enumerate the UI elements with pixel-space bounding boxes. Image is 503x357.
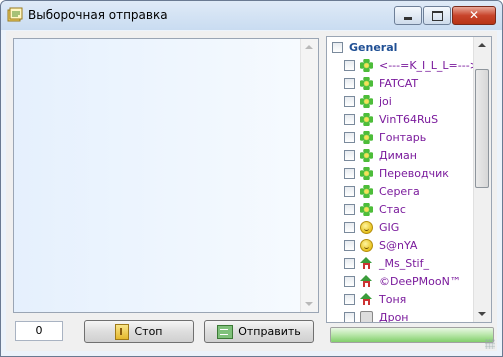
contact-row[interactable]: ©DeePMooN™ <box>327 273 461 290</box>
contact-checkbox[interactable] <box>344 150 355 161</box>
contact-name: Серега <box>379 185 420 198</box>
minimize-button[interactable] <box>394 6 422 25</box>
send-icon <box>217 324 234 339</box>
contact-name: ©DeePMooN™ <box>379 275 461 288</box>
close-icon: ✕ <box>468 8 480 22</box>
contact-row[interactable]: Серега <box>327 183 420 200</box>
contact-name: S@nYA <box>379 239 418 252</box>
contact-checkbox[interactable] <box>344 60 355 71</box>
maximize-button[interactable] <box>423 6 451 25</box>
contact-name: _Ms_Stif_ <box>379 257 429 270</box>
contact-row[interactable]: joi <box>327 93 392 110</box>
flower-icon <box>360 203 373 216</box>
flower-icon <box>360 167 373 180</box>
app-icon <box>7 7 23 22</box>
contact-list-panel: General <---=K_I_L_L=---> FATCAT joi VinT64… <box>326 36 492 323</box>
contact-checkbox[interactable] <box>344 132 355 143</box>
contact-checkbox[interactable] <box>344 114 355 125</box>
send-button[interactable]: Отправить <box>204 320 314 343</box>
contact-checkbox[interactable] <box>344 276 355 287</box>
contact-row[interactable]: Диман <box>327 147 417 164</box>
contact-checkbox[interactable] <box>344 294 355 305</box>
progress-fill <box>331 328 493 342</box>
scroll-down-arrow-icon[interactable] <box>478 312 486 316</box>
scroll-up-arrow-icon[interactable] <box>478 43 486 47</box>
contact-row[interactable]: Дрон <box>327 309 409 322</box>
message-scrollbar[interactable] <box>300 39 318 312</box>
contact-row[interactable]: _Ms_Stif_ <box>327 255 429 272</box>
contact-row[interactable]: Стас <box>327 201 406 218</box>
group-checkbox[interactable] <box>332 41 343 53</box>
contact-list: General <---=K_I_L_L=---> FATCAT joi VinT64… <box>327 37 474 322</box>
contact-row[interactable]: S@nYA <box>327 237 417 254</box>
contact-checkbox[interactable] <box>344 78 355 89</box>
caption-buttons: ✕ <box>393 6 496 25</box>
send-progress-bar <box>330 327 494 343</box>
scrollbar-thumb[interactable] <box>475 69 489 188</box>
contact-name: Дрон <box>379 311 409 322</box>
resize-grip[interactable] <box>485 339 495 349</box>
contact-name: Переводчик <box>379 167 449 180</box>
flower-icon <box>360 77 373 90</box>
contact-checkbox[interactable] <box>344 168 355 179</box>
contact-checkbox[interactable] <box>344 204 355 215</box>
flower-icon <box>360 185 373 198</box>
flower-icon <box>360 149 373 162</box>
send-selective-window: Выборочная отправка ✕ 0 Стоп Отправить G… <box>0 0 503 357</box>
house-icon <box>360 275 373 288</box>
maximize-icon <box>432 11 443 21</box>
contact-checkbox[interactable] <box>344 186 355 197</box>
flower-icon <box>360 59 373 72</box>
contact-checkbox[interactable] <box>344 96 355 107</box>
character-counter: 0 <box>15 321 63 341</box>
contact-checkbox[interactable] <box>344 240 355 251</box>
contact-row[interactable]: Переводчик <box>327 165 449 182</box>
flower-icon <box>360 113 373 126</box>
contact-row[interactable]: GIG <box>327 219 399 236</box>
scroll-up-arrow-icon[interactable] <box>305 45 313 49</box>
message-text <box>14 39 318 45</box>
contact-name: GIG <box>379 221 400 234</box>
smiley-icon <box>360 239 373 252</box>
house-icon <box>360 293 373 306</box>
contact-checkbox[interactable] <box>344 312 355 322</box>
flower-icon <box>360 95 373 108</box>
contact-name: Гонтарь <box>379 131 427 144</box>
contact-name: Тоня <box>379 293 407 306</box>
wait-icon <box>360 311 373 322</box>
contact-name: joi <box>379 95 392 108</box>
group-row-general[interactable]: General <box>327 39 397 55</box>
contact-row[interactable]: FATCAT <box>327 75 418 92</box>
contact-list-scrollbar[interactable] <box>473 37 491 322</box>
stop-button-label: Стоп <box>134 325 163 338</box>
smiley-icon <box>360 221 373 234</box>
group-label: General <box>349 40 398 54</box>
message-textarea[interactable] <box>13 38 319 313</box>
contact-name: Диман <box>379 149 417 162</box>
minimize-icon <box>404 17 412 20</box>
contact-row[interactable]: VinT64RuS <box>327 111 438 128</box>
contact-row[interactable]: Тоня <box>327 291 406 308</box>
contact-name: FATCAT <box>379 77 419 90</box>
contact-row[interactable]: Гонтарь <box>327 129 426 146</box>
house-icon <box>360 257 373 270</box>
contact-name: Стас <box>379 203 406 216</box>
client-area: 0 Стоп Отправить General <---=K_I_L_L=--… <box>6 31 497 351</box>
title-bar[interactable]: Выборочная отправка ✕ <box>1 1 502 30</box>
scroll-down-arrow-icon[interactable] <box>305 302 313 306</box>
window-title: Выборочная отправка <box>28 8 168 22</box>
stop-button[interactable]: Стоп <box>84 320 194 343</box>
flower-icon <box>360 131 373 144</box>
contact-checkbox[interactable] <box>344 258 355 269</box>
contact-name: <---=K_I_L_L=---> <box>379 59 474 72</box>
stop-icon <box>115 323 130 340</box>
send-button-label: Отправить <box>238 325 301 338</box>
contact-checkbox[interactable] <box>344 222 355 233</box>
contact-row[interactable]: <---=K_I_L_L=---> <box>327 57 474 74</box>
close-button[interactable]: ✕ <box>452 6 496 25</box>
contact-name: VinT64RuS <box>379 113 439 126</box>
